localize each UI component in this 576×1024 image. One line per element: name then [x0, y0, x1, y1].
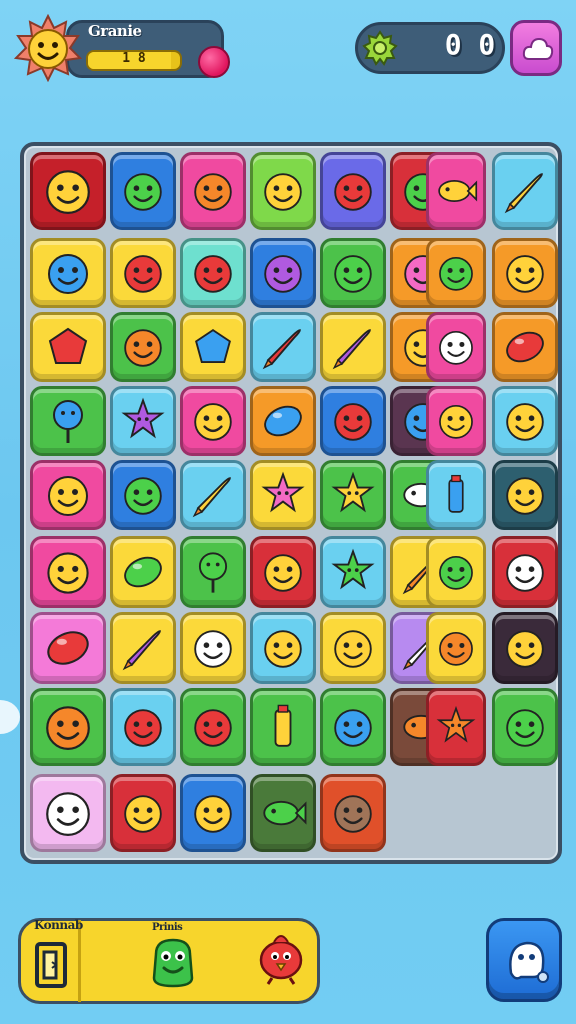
board-tile[interactable]	[250, 536, 316, 608]
board-tile[interactable]	[426, 460, 486, 530]
board-tile[interactable]	[180, 386, 246, 456]
board-tile[interactable]	[110, 238, 176, 308]
board-tile[interactable]	[180, 536, 246, 608]
bottom-mid-label: Prinis	[152, 922, 183, 933]
board-tile[interactable]	[320, 152, 386, 230]
board-tile[interactable]	[250, 460, 316, 530]
board-tile[interactable]	[250, 238, 316, 308]
bottom-divider	[78, 920, 81, 1002]
red-bird-icon[interactable]	[254, 928, 308, 986]
board-tile[interactable]	[110, 612, 176, 684]
board-tile[interactable]	[426, 612, 486, 684]
board-tile[interactable]	[180, 774, 246, 852]
bottom-left-label: Konnab	[34, 918, 83, 932]
board-tile[interactable]	[110, 460, 176, 530]
board-tile[interactable]	[30, 238, 106, 308]
board-tile[interactable]	[250, 386, 316, 456]
player-name: Granie	[88, 22, 142, 40]
game-board	[20, 142, 562, 864]
board-tile[interactable]	[180, 460, 246, 530]
game-screen: Granie 1 8 0 0 Konnab Prinis	[0, 0, 576, 1024]
board-tile[interactable]	[110, 386, 176, 456]
cloud-icon	[522, 37, 554, 60]
board-tile[interactable]	[250, 152, 316, 230]
board-tile[interactable]	[180, 312, 246, 382]
board-tile[interactable]	[320, 312, 386, 382]
board-tile[interactable]	[320, 460, 386, 530]
green-monster-icon[interactable]	[148, 934, 198, 988]
board-tile[interactable]	[250, 774, 316, 852]
board-tile[interactable]	[250, 612, 316, 684]
settings-button[interactable]	[510, 20, 562, 76]
board-tile[interactable]	[492, 688, 558, 766]
board-tile[interactable]	[30, 152, 106, 230]
board-tile[interactable]	[426, 688, 486, 766]
board-tile[interactable]	[492, 386, 558, 456]
board-tile[interactable]	[110, 536, 176, 608]
board-tile[interactable]	[110, 688, 176, 766]
sun-avatar-icon[interactable]	[14, 14, 82, 82]
board-tile[interactable]	[180, 688, 246, 766]
board-tile[interactable]	[250, 312, 316, 382]
score-value: 0 0	[444, 28, 496, 61]
board-tile[interactable]	[30, 612, 106, 684]
level-value: 1 8	[122, 51, 146, 66]
board-tile[interactable]	[110, 774, 176, 852]
level-knob-button[interactable]	[198, 46, 230, 78]
exit-door-icon[interactable]	[34, 940, 68, 990]
board-tile[interactable]	[426, 312, 486, 382]
board-tile[interactable]	[426, 386, 486, 456]
board-tile[interactable]	[320, 688, 386, 766]
board-tile[interactable]	[110, 152, 176, 230]
board-tile[interactable]	[30, 774, 106, 852]
board-tile[interactable]	[492, 460, 558, 530]
board-tile[interactable]	[320, 774, 386, 852]
board-tile[interactable]	[30, 386, 106, 456]
board-tile[interactable]	[320, 386, 386, 456]
board-tile[interactable]	[492, 312, 558, 382]
board-tile[interactable]	[30, 688, 106, 766]
board-tile[interactable]	[110, 312, 176, 382]
board-tile[interactable]	[492, 536, 558, 608]
cloud-decoration	[0, 700, 20, 734]
board-tile[interactable]	[426, 152, 486, 230]
board-tile[interactable]	[250, 688, 316, 766]
board-tile[interactable]	[30, 536, 106, 608]
board-tile[interactable]	[492, 238, 558, 308]
board-tile[interactable]	[426, 238, 486, 308]
green-gear-icon	[362, 30, 398, 66]
board-tile[interactable]	[180, 238, 246, 308]
board-tile[interactable]	[320, 536, 386, 608]
board-tile[interactable]	[30, 312, 106, 382]
board-tile[interactable]	[180, 152, 246, 230]
ghost-icon	[509, 941, 549, 983]
board-tile[interactable]	[492, 152, 558, 230]
board-tile[interactable]	[180, 612, 246, 684]
help-button[interactable]	[486, 918, 562, 1002]
board-tile[interactable]	[30, 460, 106, 530]
board-tile[interactable]	[426, 536, 486, 608]
board-tile[interactable]	[320, 612, 386, 684]
board-tile[interactable]	[320, 238, 386, 308]
board-tile[interactable]	[492, 612, 558, 684]
